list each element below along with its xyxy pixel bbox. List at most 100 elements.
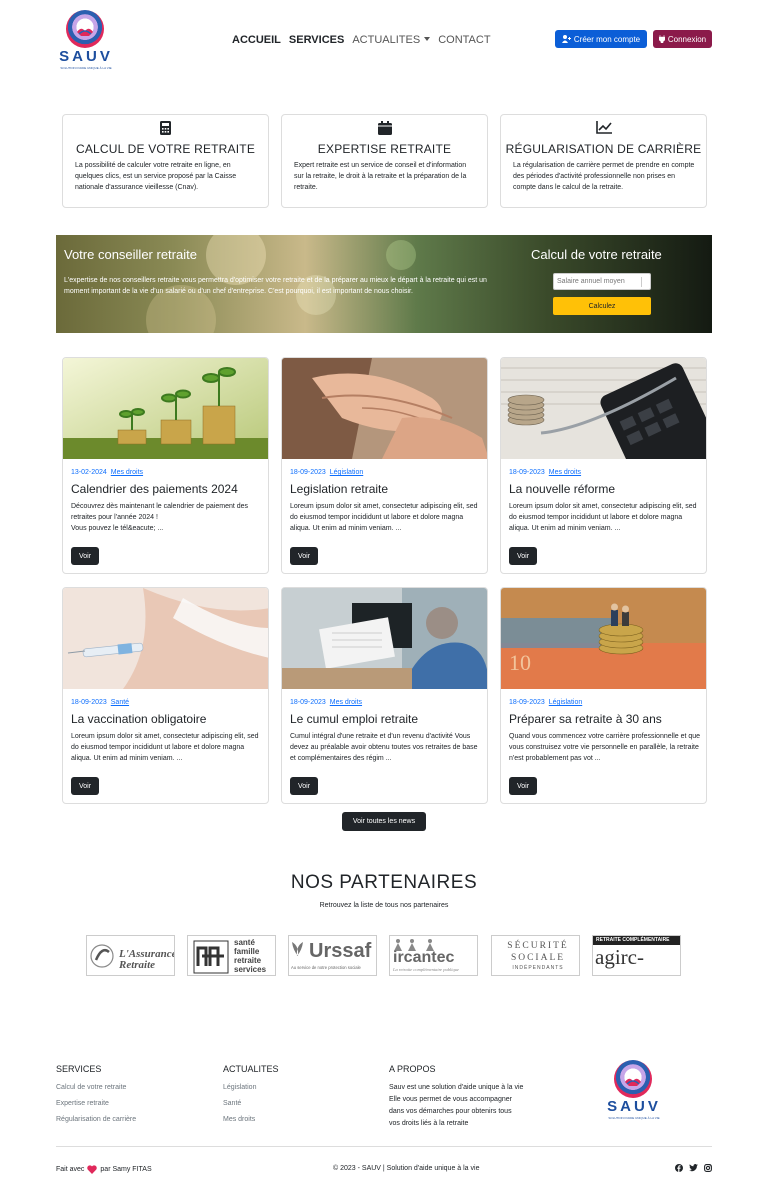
footer-link[interactable]: Législation — [223, 1084, 256, 1091]
news-excerpt: Loreum ipsum dolor sit amet, consectetur… — [290, 503, 478, 532]
footer-link[interactable]: Calcul de votre retraite — [56, 1084, 126, 1091]
service-text: La régularisation de carrière permet de … — [513, 162, 695, 191]
news-view-button[interactable]: Voir — [290, 777, 318, 795]
create-account-button[interactable]: Créer mon compte — [555, 30, 647, 48]
news-meta: 18-09-2023 Mes droits — [509, 469, 581, 476]
news-category-link[interactable]: Mes droits — [330, 699, 362, 706]
footer-about-title: A PROPOS — [389, 1064, 436, 1074]
partner-logo-assurance-retraite[interactable]: L'Assurance Retraite — [86, 935, 175, 976]
footer-about-text: Elle vous permet de vous accompagner — [389, 1096, 512, 1103]
service-title: RÉGULARISATION DE CARRIÈRE — [505, 142, 702, 156]
footer-brand-logo[interactable]: SAUV SOLUTION D'AIDE UNIQUE À LA VIE — [606, 1060, 662, 1122]
banner-title: Votre conseiller retraite — [64, 247, 197, 262]
partner-sub: RETRAITE COMPLÉMENTAIRE — [596, 937, 670, 943]
news-date: 18-09-2023 — [509, 469, 545, 476]
news-excerpt: Loreum ipsum dolor sit amet, consectetur… — [509, 503, 697, 532]
main-nav: ACCUEIL SERVICES ACTUALITES CONTACT — [232, 34, 491, 46]
nav-accueil[interactable]: ACCUEIL — [232, 34, 281, 46]
hands-heart-icon — [625, 1078, 641, 1086]
service-card-regularisation[interactable]: RÉGULARISATION DE CARRIÈRE La régularisa… — [500, 114, 707, 208]
news-image-woman-laptop[interactable] — [282, 588, 487, 689]
service-text: La possibilité de calculer votre retrait… — [75, 162, 237, 191]
news-category-link[interactable]: Mes droits — [111, 469, 143, 476]
hands-heart-icon — [77, 28, 93, 36]
advisor-banner: Votre conseiller retraite L'expertise de… — [56, 235, 712, 333]
made-with-text: Fait avec — [56, 1166, 85, 1173]
news-view-button[interactable]: Voir — [290, 547, 318, 565]
twitter-icon[interactable] — [689, 1164, 698, 1172]
chart-line-icon — [595, 121, 612, 134]
news-card: 18-09-2023 Législation Legislation retra… — [281, 357, 488, 574]
facebook-icon[interactable] — [675, 1164, 683, 1172]
nav-actualites-dropdown[interactable]: ACTUALITES — [352, 34, 431, 46]
news-meta: 18-09-2023 Législation — [290, 469, 363, 476]
nav-contact[interactable]: CONTACT — [438, 34, 490, 46]
news-view-button[interactable]: Voir — [509, 547, 537, 565]
news-category-link[interactable]: Législation — [549, 699, 582, 706]
news-date: 18-09-2023 — [290, 469, 326, 476]
partner-logo-securite-sociale[interactable]: SÉCURITÉ SOCIALE INDÉPENDANTS — [491, 935, 580, 976]
brand-logo[interactable]: SAUV SOLUTION D'AIDE UNIQUE À LA VIE — [58, 10, 114, 72]
footer-link[interactable]: Santé — [223, 1100, 241, 1107]
news-view-button[interactable]: Voir — [509, 777, 537, 795]
news-meta: 18-09-2023 Santé — [71, 699, 129, 706]
news-view-button[interactable]: Voir — [71, 547, 99, 565]
news-image-elderly-hands[interactable] — [282, 358, 487, 459]
news-view-button[interactable]: Voir — [71, 777, 99, 795]
news-title: Le cumul emploi retraite — [290, 712, 419, 726]
partner-logo-sfrs[interactable]: santé famille retraite services — [187, 935, 276, 976]
footer-about-text: Sauv est une solution d'aide unique à la… — [389, 1084, 524, 1091]
navbar: SAUV SOLUTION D'AIDE UNIQUE À LA VIE ACC… — [0, 0, 768, 80]
partner-sub: Au service de notre protection sociale — [291, 965, 361, 970]
news-card: 18-09-2023 Mes droits La nouvelle réform… — [500, 357, 707, 574]
news-title: Préparer sa retraite à 30 ans — [509, 712, 662, 726]
news-category-link[interactable]: Mes droits — [549, 469, 581, 476]
brand-name: SAUV — [59, 48, 113, 65]
news-category-link[interactable]: Législation — [330, 469, 363, 476]
salary-input[interactable]: Salaire annuel moyen — [553, 273, 651, 290]
calc-title: Calcul de votre retraite — [531, 247, 662, 262]
footer-services-title: SERVICES — [56, 1064, 102, 1074]
spin-arrows-icon[interactable] — [641, 277, 647, 287]
brand-name: SAUV — [607, 1098, 661, 1115]
news-date: 13-02-2024 — [71, 469, 107, 476]
partner-logo-ircantec[interactable]: ircantec La retraite complémentaire publ… — [389, 935, 478, 976]
news-card: 13-02-2024 Mes droits Calendrier des pai… — [62, 357, 269, 574]
news-image-calculator-coins[interactable] — [501, 358, 706, 459]
instagram-icon[interactable] — [704, 1164, 712, 1172]
author-text: par Samy FITAS — [100, 1166, 152, 1173]
login-label: Connexion — [667, 34, 707, 44]
plug-icon — [658, 35, 665, 43]
service-card-expertise[interactable]: EXPERTISE RETRAITE Expert retraite est u… — [281, 114, 488, 208]
calculator-icon — [160, 121, 171, 135]
news-image-euro-bills[interactable]: 10 — [501, 588, 706, 689]
news-meta: 18-09-2023 Législation — [509, 699, 582, 706]
brand-tagline: SOLUTION D'AIDE UNIQUE À LA VIE — [608, 1116, 660, 1120]
news-meta: 13-02-2024 Mes droits — [71, 469, 143, 476]
news-title: La nouvelle réforme — [509, 482, 616, 496]
service-card-calcul[interactable]: CALCUL DE VOTRE RETRAITE La possibilité … — [62, 114, 269, 208]
service-title: EXPERTISE RETRAITE — [317, 142, 452, 156]
news-image-vaccination[interactable] — [63, 588, 268, 689]
footer-link[interactable]: Expertise retraite — [56, 1100, 109, 1107]
news-category-link[interactable]: Santé — [111, 699, 129, 706]
caret-down-icon — [424, 37, 431, 41]
footer-about-text: dans vos démarches pour obtenirs tous — [389, 1108, 512, 1115]
news-card: 18-09-2023 Mes droits Le cumul emploi re… — [281, 587, 488, 804]
login-button[interactable]: Connexion — [653, 30, 712, 48]
all-news-button[interactable]: Voir toutes les news — [342, 812, 426, 831]
footer-link[interactable]: Mes droits — [223, 1116, 255, 1123]
calculate-button[interactable]: Calculez — [553, 297, 651, 315]
news-image-coins-plants[interactable] — [63, 358, 268, 459]
news-title: Calendrier des paiements 2024 — [71, 482, 238, 496]
nav-services[interactable]: SERVICES — [289, 34, 344, 46]
partner-logo-agirc-arrco[interactable]: RETRAITE COMPLÉMENTAIRE agirc-arrco — [592, 935, 681, 976]
partner-sub: INDÉPENDANTS — [512, 965, 564, 971]
news-excerpt: Loreum ipsum dolor sit amet, consectetur… — [71, 733, 259, 762]
partner-name: santé famille retraite services — [234, 938, 267, 974]
footer-link[interactable]: Régularisation de carrière — [56, 1116, 136, 1123]
news-title: Legislation retraite — [290, 482, 389, 496]
partners-title: NOS PARTENAIRES — [290, 872, 478, 893]
news-card: 18-09-2023 Santé La vaccination obligato… — [62, 587, 269, 804]
partner-logo-urssaf[interactable]: Urssaf Au service de notre protection so… — [288, 935, 377, 976]
